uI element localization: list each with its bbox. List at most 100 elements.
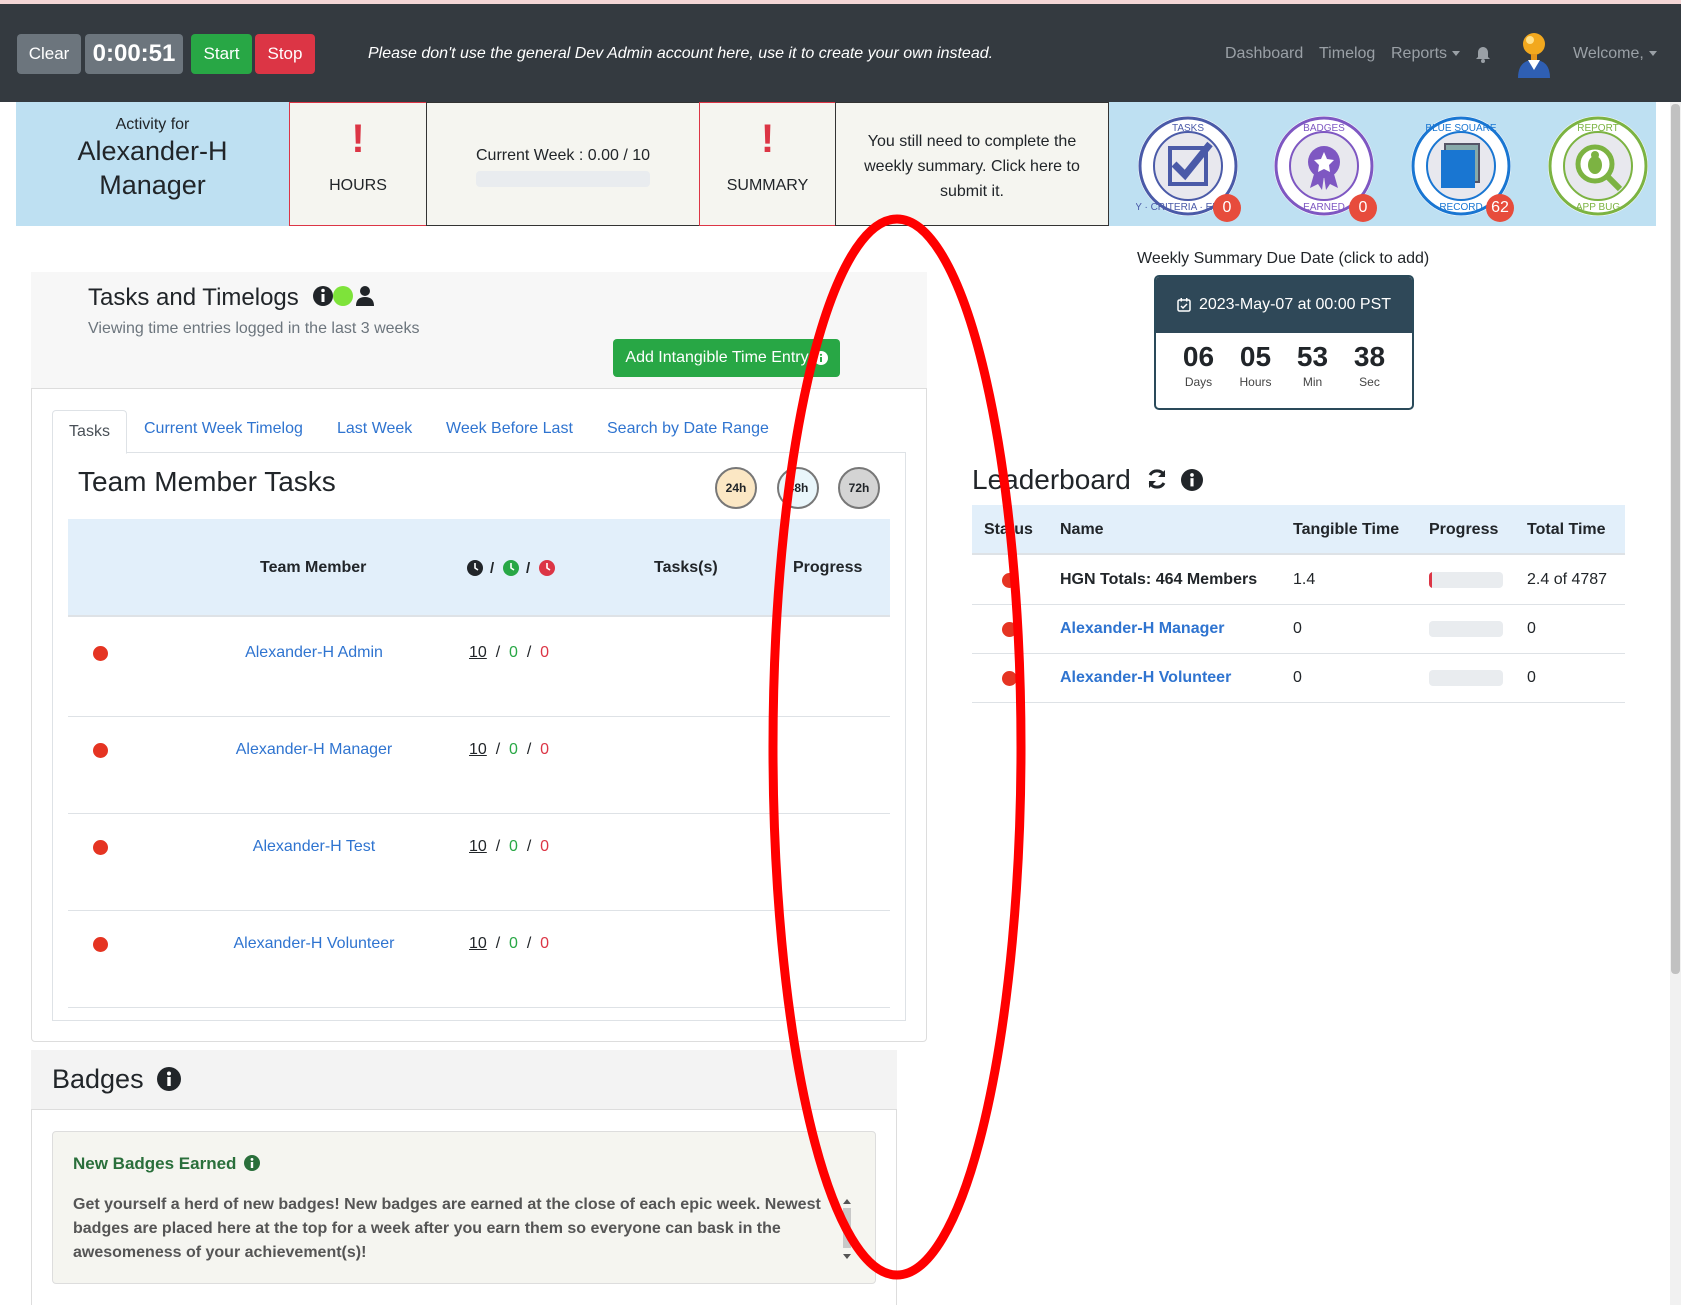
- total-time: 0: [1527, 669, 1536, 686]
- status-dot: [93, 743, 108, 758]
- add-intangible-time-button[interactable]: Add Intangible Time Entry: [613, 339, 840, 377]
- info-icon[interactable]: [313, 286, 334, 306]
- welcome-label: Welcome,: [1573, 45, 1644, 62]
- progress-bar: [1429, 621, 1503, 637]
- countdown-days: 06 Days: [1171, 333, 1227, 389]
- clock-red-icon: [539, 560, 555, 576]
- hours-label: HOURS: [329, 177, 387, 194]
- badges-title-text: Badges: [52, 1064, 144, 1094]
- leaderboard-member-link[interactable]: Alexander-H Manager: [1060, 620, 1225, 638]
- hours-status-box[interactable]: ! HOURS: [289, 102, 427, 226]
- info-icon[interactable]: [1181, 469, 1203, 491]
- tab-week-before-last[interactable]: Week Before Last: [446, 420, 573, 438]
- countdown-cells: 06 Days 05 Hours 53 Min 38 Sec: [1156, 333, 1412, 389]
- team-member-link[interactable]: Alexander-H Test: [164, 838, 464, 856]
- countdown-hours: 05 Hours: [1228, 333, 1284, 389]
- team-member-row: [68, 911, 890, 1008]
- tasks-subtitle: Viewing time entries logged in the last …: [88, 320, 420, 337]
- team-member-tasks-title: Team Member Tasks: [78, 466, 336, 497]
- activity-name-line1: Alexander-H: [77, 136, 228, 166]
- leaderboard-title: Leaderboard: [972, 464, 1131, 495]
- team-member-row: [68, 814, 890, 911]
- badges-title: Badges: [52, 1064, 182, 1095]
- new-badges-scrollbar[interactable]: [840, 1196, 854, 1262]
- filter-24h-button[interactable]: 24h: [715, 467, 757, 509]
- tangible-time: 1.4: [1293, 571, 1316, 588]
- badge-count: 0: [1213, 194, 1241, 222]
- timer-display: 0:00:51: [85, 34, 183, 74]
- user-icon[interactable]: [356, 286, 375, 306]
- col-hours-icons: / /: [466, 559, 558, 582]
- hours-separator: /: [526, 644, 532, 661]
- nav-dashboard-link[interactable]: Dashboard: [1225, 45, 1303, 63]
- current-week-progress: [476, 171, 650, 187]
- total-time: 2.4 of 4787: [1527, 571, 1608, 588]
- filter-72h-button[interactable]: 72h: [838, 467, 880, 509]
- tab-tasks[interactable]: Tasks: [52, 410, 127, 454]
- status-dot: [1002, 671, 1017, 686]
- committed-hours[interactable]: 10: [469, 935, 487, 952]
- lb-col-tangible: Tangible Time: [1293, 521, 1400, 538]
- committed-hours[interactable]: 10: [469, 838, 487, 855]
- team-member-link[interactable]: Alexander-H Manager: [164, 741, 464, 759]
- current-week-box: Current Week : 0.00 / 10: [426, 102, 700, 226]
- tasks-title-text: Tasks and Timelogs: [88, 284, 299, 311]
- refresh-icon[interactable]: [1145, 467, 1169, 491]
- badge-count: 0: [1349, 194, 1377, 222]
- hours-separator: /: [495, 838, 501, 855]
- badge-top-text: TASKS: [1172, 123, 1204, 134]
- hours-separator: /: [526, 935, 532, 952]
- countdown-min: 53 Min: [1285, 333, 1341, 389]
- info-icon[interactable]: [244, 1155, 261, 1171]
- progress-bar: [1429, 572, 1503, 588]
- summary-status-box[interactable]: ! SUMMARY: [699, 102, 836, 226]
- logged-hours: 0: [509, 935, 518, 952]
- current-week-label: Current Week : 0.00 / 10: [475, 147, 650, 164]
- badge-bottom-text: EARNED: [1303, 202, 1345, 213]
- bell-icon[interactable]: [1476, 47, 1490, 63]
- progress-bar-fill: [1429, 572, 1432, 588]
- clear-button[interactable]: Clear: [17, 34, 81, 74]
- summary-reminder-box[interactable]: You still need to complete the weekly su…: [835, 102, 1109, 226]
- logged-hours: 0: [509, 741, 518, 758]
- tab-last-week[interactable]: Last Week: [337, 420, 412, 438]
- tasks-title-icons: [313, 286, 375, 306]
- summary-reminder-text: You still need to complete the weekly su…: [864, 133, 1080, 200]
- due-date-header: 2023-May-07 at 00:00 PST: [1156, 277, 1412, 333]
- team-member-link[interactable]: Alexander-H Admin: [164, 644, 464, 662]
- team-member-row: [68, 717, 890, 814]
- profile-avatar-icon[interactable]: [1514, 30, 1554, 78]
- tab-current-week-timelog[interactable]: Current Week Timelog: [144, 420, 303, 438]
- page-scrollbar-thumb[interactable]: [1671, 104, 1680, 974]
- col-tasks: Tasks(s): [654, 559, 718, 576]
- team-member-link[interactable]: Alexander-H Volunteer: [164, 935, 464, 953]
- lb-col-total: Total Time: [1527, 521, 1606, 538]
- countdown-min-value: 53: [1296, 341, 1329, 372]
- stop-button[interactable]: Stop: [255, 34, 315, 74]
- welcome-dropdown[interactable]: Welcome,: [1573, 45, 1657, 63]
- logged-hours: 0: [509, 838, 518, 855]
- filter-48h-button[interactable]: 48h: [777, 467, 819, 509]
- badge-top-text: BADGES: [1303, 123, 1345, 134]
- due-date-countdown[interactable]: 2023-May-07 at 00:00 PST 06 Days 05 Hours …: [1154, 275, 1414, 410]
- committed-hours[interactable]: 10: [469, 741, 487, 758]
- svg-text:/: /: [490, 560, 495, 577]
- nav-timelog-link[interactable]: Timelog: [1319, 45, 1375, 63]
- committed-hours[interactable]: 10: [469, 644, 487, 661]
- nav-reports-dropdown[interactable]: Reports: [1391, 45, 1461, 63]
- clock-green-icon: [503, 560, 519, 576]
- start-button[interactable]: Start: [191, 34, 252, 74]
- lb-col-name: Name: [1060, 521, 1104, 538]
- report-app-bug-icon[interactable]: REPORT APP BUG: [1546, 114, 1650, 218]
- due-date-label[interactable]: Weekly Summary Due Date (click to add): [1137, 250, 1429, 268]
- tab-search-by-date-range[interactable]: Search by Date Range: [607, 420, 769, 438]
- countdown-hours-label: Hours: [1239, 375, 1272, 389]
- remaining-hours: 0: [540, 644, 550, 661]
- activity-label: Activity for: [115, 116, 190, 133]
- logged-hours: 0: [509, 644, 518, 661]
- new-badges-text: Get yourself a herd of new badges! New b…: [73, 1196, 821, 1261]
- member-hours: 10 / 0 / 0: [469, 644, 549, 662]
- status-dot: [93, 646, 108, 661]
- leaderboard-member-link[interactable]: Alexander-H Volunteer: [1060, 669, 1231, 687]
- info-icon[interactable]: [157, 1067, 182, 1091]
